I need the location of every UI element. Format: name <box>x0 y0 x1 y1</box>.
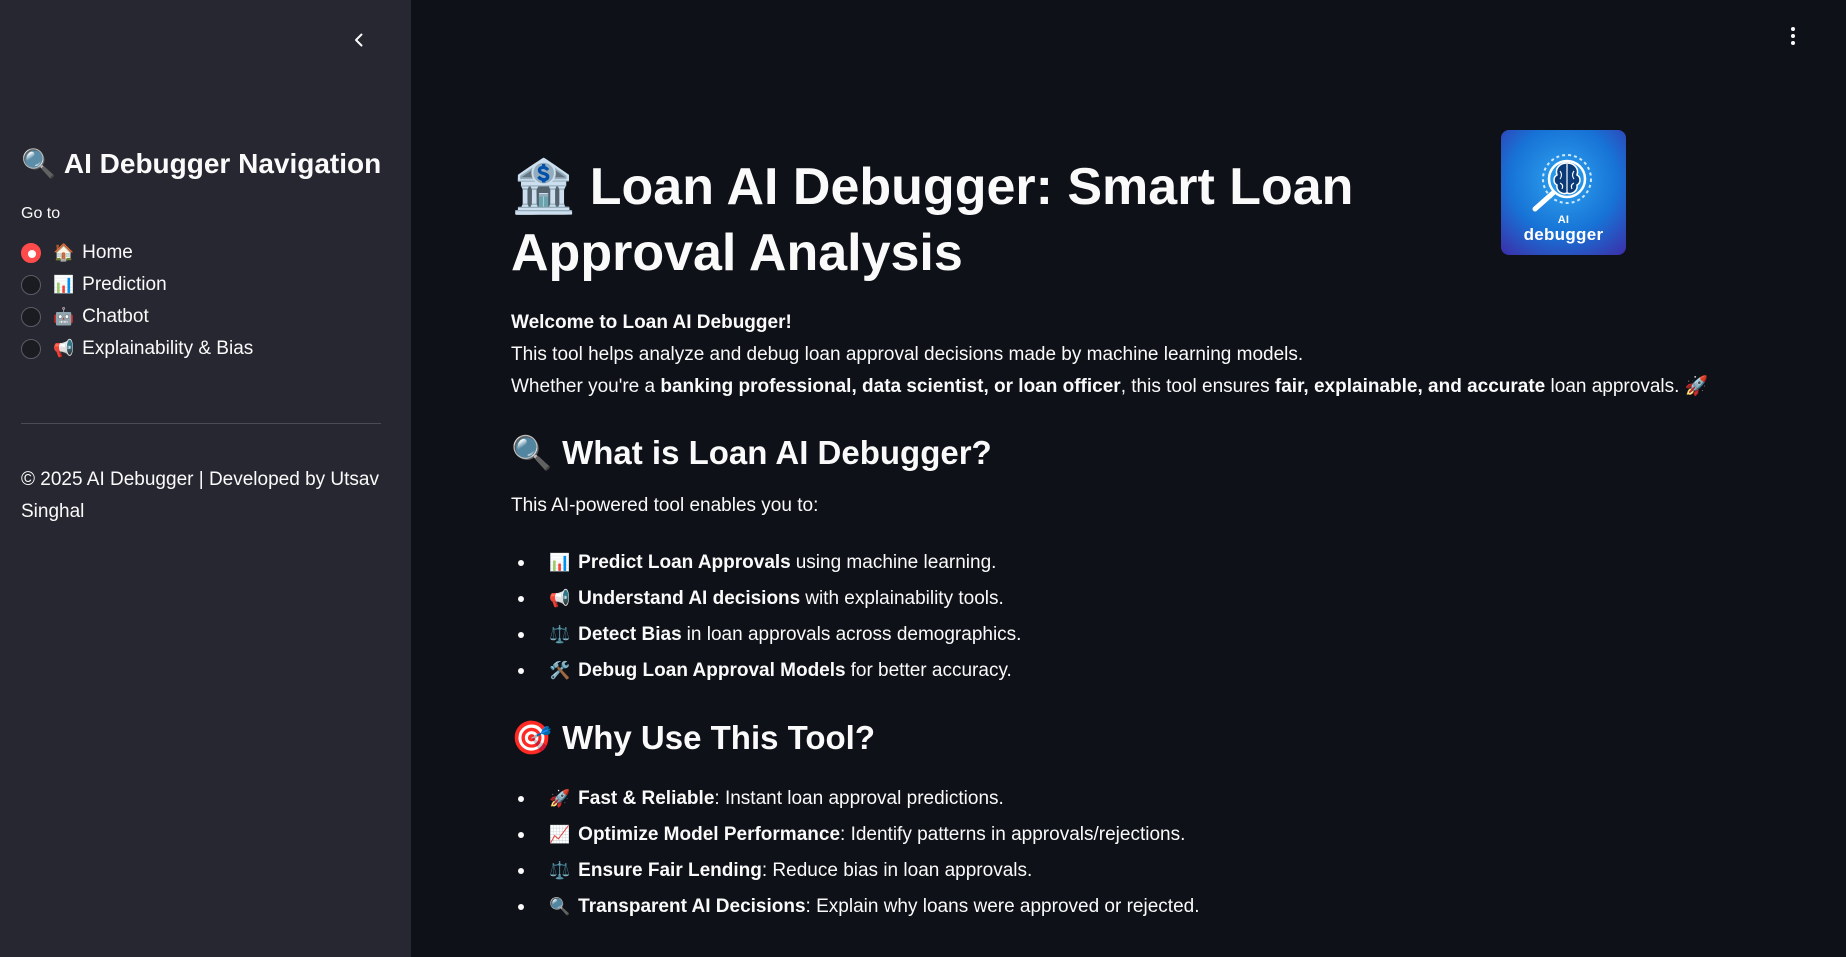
kebab-dot <box>1791 41 1795 45</box>
bank-icon: 🏦 <box>511 158 576 216</box>
chart-up-icon: 📈 <box>549 825 571 844</box>
nav-item-label: Explainability & Bias <box>82 338 254 359</box>
nav-radio-chatbot[interactable]: 🤖 Chatbot <box>21 301 381 333</box>
magnifier-icon: 🔍 <box>511 434 553 471</box>
sidebar-footer: © 2025 AI Debugger | Developed by Utsav … <box>21 469 379 522</box>
intro-block: Welcome to Loan AI Debugger! This tool h… <box>511 307 1751 403</box>
nav-radio-home[interactable]: 🏠 Home <box>21 237 381 269</box>
rocket-icon: 🚀 <box>549 789 571 808</box>
radio-button[interactable] <box>21 243 41 263</box>
sidebar-divider <box>21 423 381 424</box>
radio-button[interactable] <box>21 339 41 359</box>
kebab-dot <box>1791 27 1795 31</box>
robot-icon: 🤖 <box>53 307 75 326</box>
kebab-dot <box>1791 34 1795 38</box>
collapse-sidebar-button[interactable] <box>345 26 373 54</box>
feature-list: 📊 Predict Loan Approvals using machine l… <box>515 545 1615 689</box>
nav-radio-group: 🏠 Home 📊 Prediction 🤖 Chatbot 📢 Explaina… <box>21 237 381 365</box>
tools-icon: 🛠️ <box>549 661 571 680</box>
app-window: 🔍 AI Debugger Navigation Go to 🏠 Home 📊 P… <box>0 0 1846 957</box>
what-is-heading: 🔍 What is Loan AI Debugger? <box>511 434 992 471</box>
sidebar: 🔍 AI Debugger Navigation Go to 🏠 Home 📊 P… <box>0 0 411 957</box>
bar-chart-icon: 📊 <box>53 275 75 294</box>
radio-button[interactable] <box>21 307 41 327</box>
sidebar-title: 🔍 AI Debugger Navigation <box>21 148 382 179</box>
magnifier-icon: 🔍 <box>21 148 56 179</box>
list-item: 📊 Predict Loan Approvals using machine l… <box>515 545 1615 581</box>
brain-magnifier-icon <box>1532 154 1592 212</box>
nav-item-label: Chatbot <box>82 306 149 327</box>
intro-line-2: Whether you're a banking professional, d… <box>511 376 1709 397</box>
page-title: 🏦 Loan AI Debugger: Smart Loan Approval A… <box>511 158 1354 282</box>
main-menu-button[interactable] <box>1783 22 1803 50</box>
megaphone-icon: 📢 <box>549 589 571 608</box>
list-item: 🛠️ Debug Loan Approval Models for better… <box>515 653 1615 689</box>
list-item: 🚀 Fast & Reliable : Instant loan approva… <box>515 781 1615 817</box>
bar-chart-icon: 📊 <box>549 553 571 572</box>
target-icon: 🎯 <box>511 719 553 756</box>
nav-item-label: Home <box>82 242 133 263</box>
intro-line-1: This tool helps analyze and debug loan a… <box>511 344 1304 365</box>
house-icon: 🏠 <box>53 243 75 262</box>
nav-item-label: Prediction <box>82 274 167 295</box>
logo-ai-text: AI <box>1557 214 1570 226</box>
ai-debugger-logo: AI debugger <box>1501 130 1626 255</box>
chevron-left-icon <box>355 33 363 47</box>
megaphone-icon: 📢 <box>53 339 75 358</box>
why-use-heading: 🎯 Why Use This Tool? <box>511 719 875 756</box>
nav-radio-explainability[interactable]: 📢 Explainability & Bias <box>21 333 381 365</box>
list-item: ⚖️ Detect Bias in loan approvals across … <box>515 617 1615 653</box>
list-item: 📈 Optimize Model Performance : Identify … <box>515 817 1615 853</box>
magnifier-icon: 🔍 <box>549 897 571 916</box>
list-item: 🔍 Transparent AI Decisions : Explain why… <box>515 889 1615 925</box>
list-item: 📢 Understand AI decisions with explainab… <box>515 581 1615 617</box>
what-is-paragraph: This AI-powered tool enables you to: <box>511 495 819 516</box>
logo-text: debugger <box>1523 225 1604 244</box>
main-content: AI debugger 🏦 Loan AI Debugger: Smart Loa… <box>411 0 1846 957</box>
welcome-text: Welcome to Loan AI Debugger! <box>511 312 792 333</box>
list-item: ⚖️ Ensure Fair Lending : Reduce bias in … <box>515 853 1615 889</box>
scales-icon: ⚖️ <box>549 625 571 644</box>
benefits-list: 🚀 Fast & Reliable : Instant loan approva… <box>515 781 1615 925</box>
radio-button[interactable] <box>21 275 41 295</box>
nav-radio-prediction[interactable]: 📊 Prediction <box>21 269 381 301</box>
scales-icon: ⚖️ <box>549 861 571 880</box>
goto-label: Go to <box>21 205 61 222</box>
